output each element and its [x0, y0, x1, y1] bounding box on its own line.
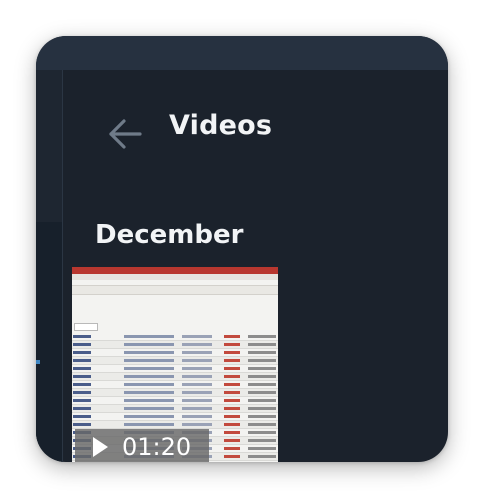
videos-screen: Videos December 01:20 — [36, 36, 448, 462]
side-panel-indicator — [36, 360, 40, 364]
table-row — [72, 333, 278, 341]
table-row — [72, 341, 278, 349]
side-panel-lower — [36, 222, 63, 462]
table-row — [72, 421, 278, 429]
table-row — [72, 413, 278, 421]
thumbnail-window-titlebar — [72, 267, 278, 274]
back-button[interactable] — [105, 114, 145, 154]
side-panel — [36, 70, 63, 462]
table-row — [72, 397, 278, 405]
table-row — [72, 349, 278, 357]
top-bar — [36, 36, 448, 70]
table-row — [72, 357, 278, 365]
thumbnail-search-box — [74, 323, 98, 331]
play-icon[interactable] — [93, 437, 108, 457]
table-row — [72, 373, 278, 381]
table-row — [72, 405, 278, 413]
thumbnail-toolbar — [72, 285, 278, 295]
video-thumbnail[interactable]: 01:20 — [72, 267, 278, 462]
thumbnail-menubar — [72, 274, 278, 280]
table-row — [72, 389, 278, 397]
table-row — [72, 381, 278, 389]
page-title: Videos — [169, 110, 273, 141]
table-row — [72, 365, 278, 373]
video-duration: 01:20 — [122, 433, 192, 461]
section-heading: December — [95, 220, 244, 250]
duration-badge: 01:20 — [75, 429, 209, 462]
arrow-left-icon — [109, 119, 142, 149]
